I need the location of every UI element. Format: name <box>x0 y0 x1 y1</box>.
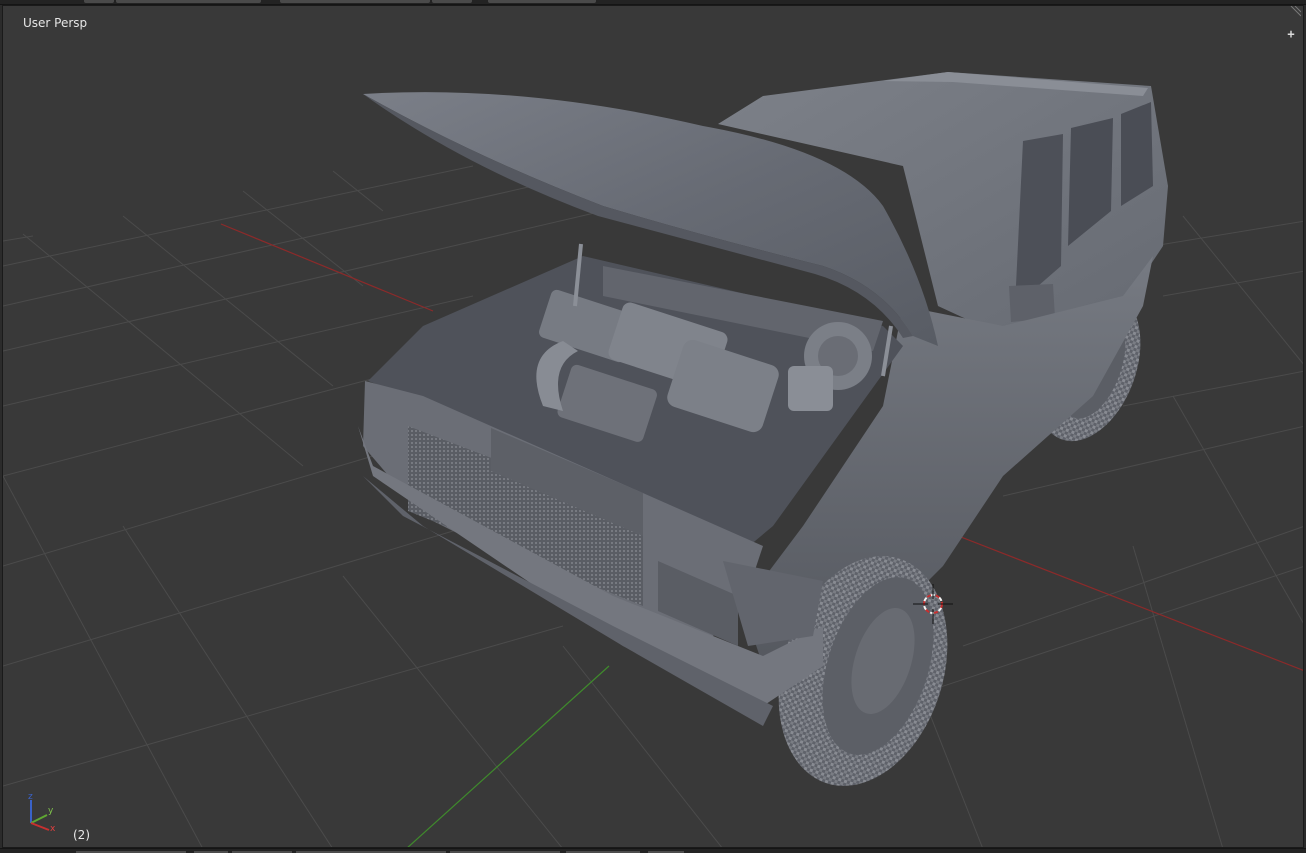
scene-canvas[interactable] <box>3 6 1304 848</box>
gizmo-y-label: y <box>48 806 54 816</box>
axis-gizmo: z y x <box>28 792 56 833</box>
area-split-corner-icon[interactable] <box>1287 6 1301 20</box>
x-axis-line <box>220 223 434 312</box>
x-axis-line <box>942 529 1303 671</box>
bottom-header-strip <box>0 848 1306 853</box>
header-tab[interactable] <box>488 0 596 3</box>
current-frame-label: (2) <box>73 828 90 842</box>
view-perspective-label: User Persp <box>23 16 88 30</box>
header-tab[interactable] <box>84 0 114 3</box>
header-tab[interactable] <box>116 0 261 3</box>
header-tab[interactable] <box>280 0 430 3</box>
plus-icon[interactable]: + <box>1285 28 1297 40</box>
3d-viewport[interactable]: User Persp (2) + z y x <box>2 5 1304 848</box>
header-tab[interactable] <box>432 0 472 3</box>
gizmo-z-label: z <box>28 792 33 802</box>
y-axis-line <box>407 665 610 847</box>
blender-window: User Persp (2) + z y x <box>0 0 1306 853</box>
gizmo-x-label: x <box>50 824 56 833</box>
